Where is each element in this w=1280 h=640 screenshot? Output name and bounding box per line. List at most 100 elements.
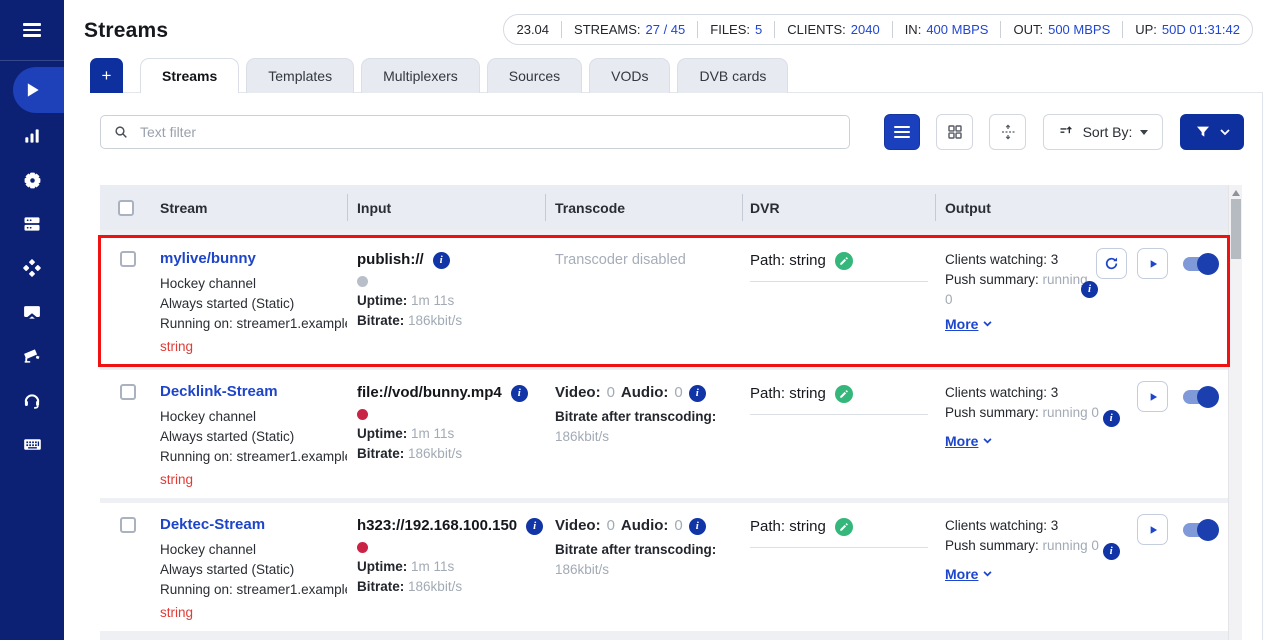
sidebar-item-servers[interactable]	[0, 202, 64, 246]
stream-enabled-toggle[interactable]	[1183, 523, 1216, 537]
info-icon[interactable]: i	[689, 385, 706, 402]
stat-uptime: UP: 50D 01:31:42	[1122, 21, 1252, 38]
uptime-value: 1m 11s	[411, 293, 454, 308]
row-checkbox[interactable]	[120, 517, 136, 533]
sidebar-nav	[0, 61, 64, 466]
grid-view-icon	[946, 123, 964, 141]
push-summary-label: Push summary:	[945, 538, 1039, 553]
info-icon[interactable]: i	[433, 252, 450, 269]
dvr-edit-icon[interactable]	[835, 385, 853, 403]
sidebar-item-support[interactable]	[0, 378, 64, 422]
input-url: h323://192.168.100.150	[357, 516, 517, 536]
text-filter-box	[100, 115, 850, 149]
tab-templates[interactable]: Templates	[246, 58, 354, 93]
table-header: Stream Input Transcode DVR Output	[100, 185, 1228, 230]
row-height-icon	[999, 123, 1017, 141]
video-label: Video:	[555, 516, 601, 536]
list-view-button[interactable]	[884, 114, 920, 150]
audio-value: 0	[674, 516, 682, 536]
play-stream-button[interactable]	[1137, 248, 1168, 279]
bitrate-label: Bitrate:	[357, 313, 404, 328]
play-icon	[22, 80, 42, 100]
input-url: publish://	[357, 250, 424, 270]
stream-schedule: Always started (Static)	[160, 427, 347, 447]
sidebar-item-streams[interactable]	[0, 66, 64, 114]
dvr-edit-icon[interactable]	[835, 252, 853, 270]
stream-name-link[interactable]: mylive/bunny	[160, 250, 347, 267]
tab-multiplexers[interactable]: Multiplexers	[361, 58, 480, 93]
table-row: Dektec-Stream Hockey channel Always star…	[100, 503, 1228, 631]
more-link[interactable]: More	[945, 433, 992, 449]
tab-dvb-cards[interactable]: DVB cards	[677, 58, 788, 93]
stream-name-link[interactable]: Dektec-Stream	[160, 516, 347, 533]
stream-enabled-toggle[interactable]	[1183, 390, 1216, 404]
row-height-button[interactable]	[989, 114, 1026, 150]
info-icon[interactable]: i	[511, 385, 528, 402]
play-icon	[1146, 523, 1160, 537]
push-summary-value: running 0	[1043, 405, 1099, 420]
more-link[interactable]: More	[945, 566, 992, 582]
servers-icon	[22, 214, 42, 234]
audio-label: Audio:	[621, 383, 668, 403]
stream-description: Hockey channel	[160, 540, 347, 560]
select-all-checkbox[interactable]	[118, 200, 134, 216]
video-label: Video:	[555, 383, 601, 403]
sort-by-button[interactable]: Sort By:	[1043, 114, 1163, 150]
dvr-edit-icon[interactable]	[835, 518, 853, 536]
info-icon[interactable]: i	[1103, 410, 1120, 427]
audio-label: Audio:	[621, 516, 668, 536]
bitrate-value: 186kbit/s	[408, 313, 462, 328]
bitrate-label: Bitrate:	[357, 579, 404, 594]
bitrate-after-label: Bitrate after transcoding:	[555, 409, 716, 424]
tab-vods[interactable]: VODs	[589, 58, 670, 93]
stream-enabled-toggle[interactable]	[1183, 257, 1216, 271]
row-checkbox[interactable]	[120, 384, 136, 400]
play-stream-button[interactable]	[1137, 514, 1168, 545]
scrollbar-thumb[interactable]	[1231, 199, 1241, 259]
sidebar-item-statistics[interactable]	[0, 114, 64, 158]
play-stream-button[interactable]	[1137, 381, 1168, 412]
panel-right-edge	[1262, 92, 1263, 640]
list-view-icon	[894, 124, 910, 141]
play-icon	[1146, 257, 1160, 271]
stat-out: OUT: 500 MBPS	[1000, 21, 1122, 38]
sidebar-item-cameras[interactable]	[0, 334, 64, 378]
info-icon[interactable]: i	[689, 518, 706, 535]
settings-gear-icon	[22, 170, 43, 191]
search-input[interactable]	[138, 123, 849, 141]
stream-schedule: Always started (Static)	[160, 294, 347, 314]
sidebar-item-tv[interactable]	[0, 290, 64, 334]
vertical-scrollbar[interactable]	[1228, 185, 1242, 640]
toggle-knob	[1197, 253, 1219, 275]
col-header-stream: Stream	[148, 185, 347, 230]
add-stream-button[interactable]: +	[90, 58, 123, 93]
uptime-label: Uptime:	[357, 559, 407, 574]
info-icon[interactable]: i	[1081, 281, 1098, 298]
restart-stream-button[interactable]	[1096, 248, 1127, 279]
cctv-camera-icon	[22, 346, 42, 366]
clients-watching: Clients watching: 3	[945, 250, 1093, 270]
info-icon[interactable]: i	[526, 518, 543, 535]
statistics-bars-icon	[22, 126, 42, 146]
tab-sources[interactable]: Sources	[487, 58, 582, 93]
dvr-path: Path: string	[750, 516, 826, 538]
stream-running-on: Running on: streamer1.example...	[160, 314, 347, 334]
stream-name-link[interactable]: Decklink-Stream	[160, 383, 347, 400]
sidebar-item-keyboard[interactable]	[0, 422, 64, 466]
more-link[interactable]: More	[945, 316, 992, 332]
row-checkbox[interactable]	[120, 251, 136, 267]
input-url: file://vod/bunny.mp4	[357, 383, 502, 403]
scroll-up-arrow[interactable]	[1232, 190, 1240, 196]
menu-toggle-button[interactable]	[0, 0, 64, 61]
grid-view-button[interactable]	[936, 114, 973, 150]
bitrate-value: 186kbit/s	[408, 446, 462, 461]
sidebar-item-settings[interactable]	[0, 158, 64, 202]
plus-icon: +	[102, 66, 112, 86]
tab-streams[interactable]: Streams	[140, 58, 239, 93]
filter-button[interactable]	[1180, 114, 1244, 150]
stream-description: Hockey channel	[160, 407, 347, 427]
stat-files: FILES: 5	[697, 21, 774, 38]
info-icon[interactable]: i	[1103, 543, 1120, 560]
sidebar-item-cluster[interactable]	[0, 246, 64, 290]
table-row: mylive/bunny Hockey channel Always start…	[100, 237, 1228, 365]
